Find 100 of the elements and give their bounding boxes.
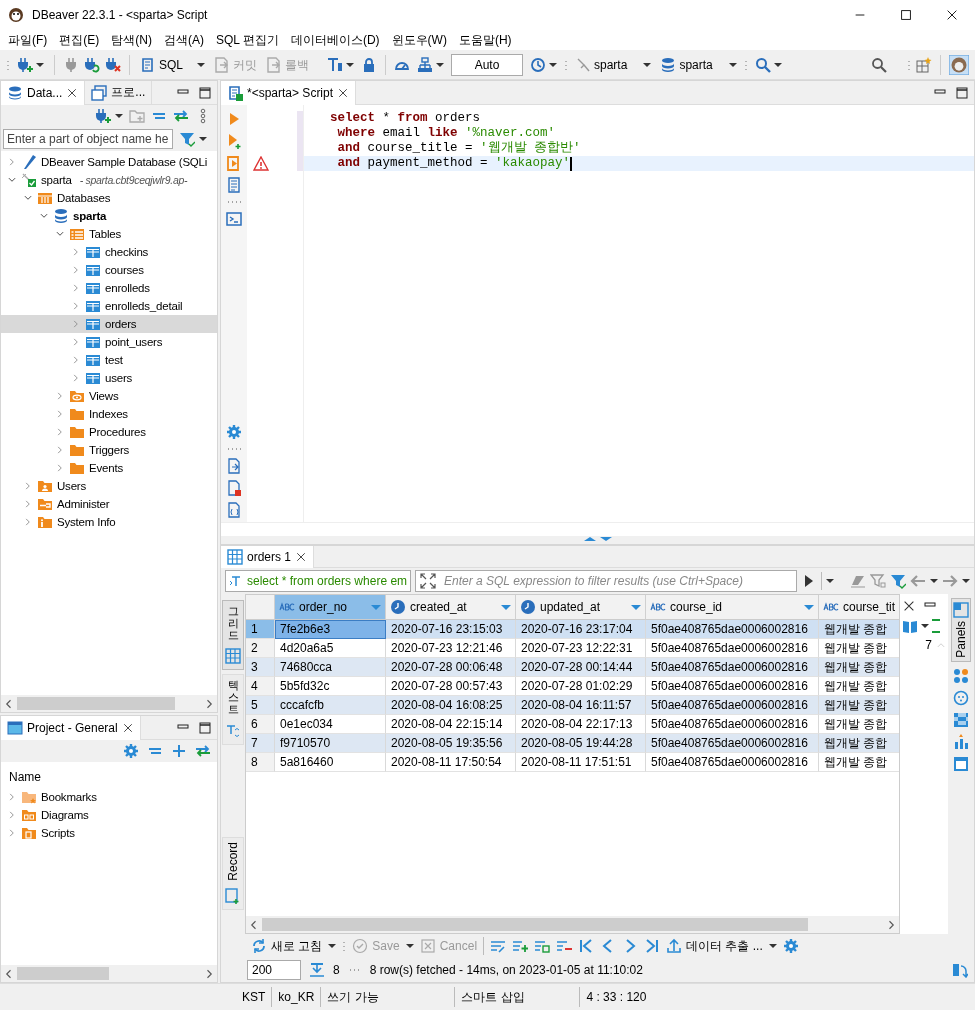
table-cell[interactable]: 2020-07-28 00:14:44 [516, 658, 646, 677]
row-number[interactable]: 1 [246, 620, 275, 639]
chevron-right-icon[interactable] [71, 355, 81, 365]
table-cell[interactable]: 2020-08-11 17:50:54 [386, 753, 516, 772]
close-icon[interactable] [295, 550, 308, 563]
table-cell[interactable]: 2020-08-11 17:51:51 [516, 753, 646, 772]
close-icon[interactable] [121, 721, 134, 734]
perspective-icon[interactable] [916, 57, 932, 73]
dropdown-caret-icon[interactable] [549, 63, 557, 67]
dropdown-caret-icon[interactable] [346, 63, 354, 67]
filter-expression-field[interactable]: Enter a SQL expression to filter results (use Ctrl+Space) [415, 570, 797, 592]
table-cell[interactable]: 5f0ae408765dae0006002816 [646, 696, 819, 715]
layout-toggle-icon[interactable] [952, 962, 968, 978]
chevron-right-icon[interactable] [71, 265, 81, 275]
maximize-icon[interactable] [954, 84, 970, 101]
chevron-right-icon[interactable] [71, 319, 81, 329]
chevron-right-icon[interactable] [71, 301, 81, 311]
plan-button[interactable] [415, 55, 446, 75]
chevron-right-icon[interactable] [23, 499, 33, 509]
dropdown-caret-icon[interactable] [768, 944, 777, 948]
row-number[interactable]: 4 [246, 677, 275, 696]
table-cell[interactable]: 2020-07-16 23:15:03 [386, 620, 516, 639]
row-number[interactable]: 8 [246, 753, 275, 772]
table-cell[interactable]: 5f0ae408765dae0006002816 [646, 734, 819, 753]
dropdown-caret-icon[interactable] [328, 944, 337, 948]
table-cell[interactable]: 2020-08-05 19:35:56 [386, 734, 516, 753]
new-folder-icon[interactable] [129, 108, 145, 124]
book-icon[interactable] [902, 618, 918, 634]
menu-item[interactable]: 검색(A) [158, 31, 210, 49]
horizontal-scrollbar[interactable] [1, 965, 217, 982]
more-icon[interactable] [226, 199, 242, 205]
link-editor-icon[interactable] [173, 108, 189, 124]
terminal-icon[interactable] [226, 211, 242, 227]
circles-icon[interactable] [953, 667, 969, 684]
chevron-right-icon[interactable] [55, 409, 65, 419]
document-export-icon[interactable] [226, 458, 242, 474]
row-number[interactable]: 2 [246, 639, 275, 658]
chevron-right-icon[interactable] [23, 517, 33, 527]
view-mode-tab[interactable]: 그리드 [222, 600, 244, 671]
chevron-right-icon[interactable] [71, 247, 81, 257]
chevron-right-icon[interactable] [55, 427, 65, 437]
table-cell[interactable]: 5a816460 [275, 753, 386, 772]
table-cell[interactable]: 5f0ae408765dae0006002816 [646, 620, 819, 639]
link-editor-icon[interactable] [195, 743, 211, 759]
scroll-thumb[interactable] [262, 918, 809, 931]
plug-icon[interactable] [63, 57, 79, 73]
close-icon[interactable] [66, 86, 79, 99]
settings-icon[interactable] [123, 743, 139, 759]
fetch-icon[interactable] [309, 962, 325, 978]
editor-tab[interactable]: *<sparta> Script [221, 81, 357, 105]
history-button[interactable] [528, 55, 559, 75]
column-header[interactable]: order_no [275, 595, 386, 620]
new-connection-button[interactable] [95, 108, 123, 124]
tree-item[interactable]: Views [1, 387, 217, 405]
filter-button[interactable] [179, 131, 207, 147]
tree-item[interactable]: test [1, 351, 217, 369]
tree-item[interactable]: Bookmarks [1, 788, 217, 806]
bar-chart-icon[interactable] [953, 733, 969, 750]
panel-icon[interactable] [932, 618, 940, 634]
tree-item[interactable]: users [1, 369, 217, 387]
table-cell[interactable]: 2020-08-04 16:08:25 [386, 696, 516, 715]
chevron-down-icon[interactable] [7, 175, 17, 185]
chevron-right-icon[interactable] [7, 810, 17, 820]
add-icon[interactable] [171, 743, 187, 759]
results-tab[interactable]: orders 1 [221, 546, 315, 568]
table-cell[interactable]: cccafcfb [275, 696, 386, 715]
more-icon[interactable] [226, 446, 242, 452]
sql-editor-button[interactable]: SQL [138, 55, 207, 75]
copy-row-icon[interactable] [534, 938, 551, 954]
close-icon[interactable] [902, 599, 916, 613]
tree-item[interactable]: orders [1, 315, 217, 333]
chevron-right-icon[interactable] [55, 445, 65, 455]
menu-item[interactable]: 도움말(H) [452, 31, 518, 49]
tree-item[interactable]: Events [1, 459, 217, 477]
settings-icon[interactable] [782, 938, 799, 954]
chevron-down-icon[interactable] [23, 193, 33, 203]
table-cell[interactable]: f9710570 [275, 734, 386, 753]
tree-item[interactable]: Users [1, 477, 217, 495]
export-button[interactable]: 데이터 추출 ... [666, 937, 763, 955]
play-plus-icon[interactable] [226, 133, 242, 149]
tree-item[interactable]: System Info [1, 513, 217, 531]
tree-item[interactable]: DBeaver Sample Database (SQLi [1, 153, 217, 171]
tree-item[interactable]: Administer [1, 495, 217, 513]
datasource-selector[interactable]: sparta [573, 55, 654, 75]
sort-caret-icon[interactable] [631, 604, 641, 610]
document-variables-icon[interactable] [226, 502, 242, 518]
horizontal-scrollbar[interactable] [1, 695, 217, 712]
dropdown-caret-icon[interactable] [643, 63, 652, 67]
query-text-field[interactable]: select * from orders where em [225, 570, 411, 592]
sort-caret-icon[interactable] [371, 604, 381, 610]
chevron-right-icon[interactable] [7, 828, 17, 838]
chevron-right-icon[interactable] [7, 157, 17, 167]
expand-icon[interactable] [420, 573, 436, 589]
scroll-thumb[interactable] [17, 967, 109, 980]
table-cell[interactable]: 7fe2b6e3 [275, 620, 386, 639]
tree-item[interactable]: courses [1, 261, 217, 279]
table-cell[interactable]: 웹개발 종합 [819, 696, 899, 715]
chevron-right-icon[interactable] [71, 283, 81, 293]
filter-icon[interactable] [890, 573, 906, 589]
tree-item[interactable]: sparta - sparta.cbt9ceqjwlr9.ap- [1, 171, 217, 189]
